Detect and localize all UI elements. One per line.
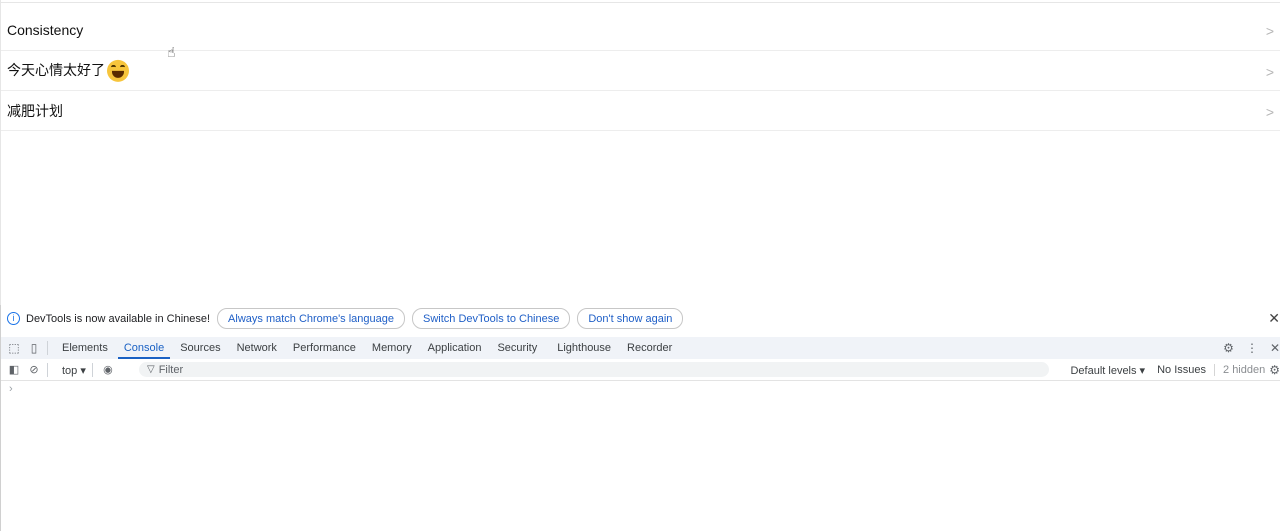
issues-button[interactable]: No Issues (1157, 364, 1206, 376)
tab-performance[interactable]: Performance (285, 337, 364, 359)
close-devtools-icon[interactable]: ✕ (1270, 341, 1280, 355)
filter-input[interactable] (158, 363, 959, 376)
list-item[interactable]: Consistency > (1, 10, 1280, 51)
console-toolbar: ◧ ⊘ top ▾ ◉ ▽ Default levels ▾ No Issues… (1, 360, 1280, 381)
console-prompt[interactable]: › (9, 383, 13, 395)
note-list: Consistency > 今天心情太好了 > 减肥计划 > (1, 10, 1280, 131)
context-selector[interactable]: top ▾ (62, 364, 86, 377)
console-toolbar-right: Default levels ▾ No Issues 2 hidden ⚙ (1070, 360, 1280, 380)
device-toolbar-icon[interactable]: ▯ (27, 341, 41, 355)
always-match-language-button[interactable]: Always match Chrome's language (217, 308, 406, 329)
eye-icon[interactable]: ◉ (101, 363, 115, 377)
list-item-label: 今天心情太好了 (7, 61, 105, 78)
divider (91, 363, 93, 377)
divider (47, 341, 48, 355)
infobar-message: DevTools is now available in Chinese! (26, 312, 211, 325)
filter-box: ▽ (139, 362, 1049, 377)
list-item[interactable]: 今天心情太好了 > (1, 51, 1280, 91)
tab-sources[interactable]: Sources (172, 337, 228, 359)
settings-gear-icon[interactable]: ⚙ (1223, 341, 1234, 355)
tab-network[interactable]: Network (229, 337, 285, 359)
default-levels-dropdown[interactable]: Default levels ▾ (1070, 364, 1145, 377)
sidebar-toggle-icon[interactable]: ◧ (7, 363, 21, 377)
page-content: Consistency > 今天心情太好了 > 减肥计划 > ☝ (0, 0, 1280, 305)
close-icon[interactable]: ✕ (1268, 310, 1280, 327)
tab-memory[interactable]: Memory (364, 337, 420, 359)
hand-cursor-icon: ☝ (167, 44, 176, 60)
console-settings-icon[interactable]: ⚙ (1269, 363, 1280, 377)
tab-lighthouse[interactable]: Lighthouse (549, 337, 619, 359)
info-icon: i (7, 312, 20, 325)
chevron-right-icon: > (1265, 103, 1274, 120)
clear-console-icon[interactable]: ⊘ (27, 363, 41, 377)
divider (47, 363, 48, 377)
tabbar-actions: ⚙ ⋮ ✕ (1211, 337, 1280, 359)
list-item-label: 减肥计划 (7, 102, 63, 119)
switch-to-chinese-button[interactable]: Switch DevTools to Chinese (412, 308, 571, 329)
list-item-label-wrap: 今天心情太好了 (7, 59, 129, 82)
inspect-element-icon[interactable]: ⬚ (7, 341, 21, 355)
list-item[interactable]: 减肥计划 > (1, 91, 1280, 131)
language-infobar: i DevTools is now available in Chinese! … (1, 305, 1280, 332)
devtools-panel: i DevTools is now available in Chinese! … (0, 305, 1280, 531)
laughing-emoji-icon (107, 59, 129, 82)
filter-icon: ▽ (147, 364, 155, 375)
chevron-right-icon: > (1265, 63, 1274, 80)
tab-elements[interactable]: Elements (54, 337, 116, 359)
dont-show-again-button[interactable]: Don't show again (577, 308, 684, 329)
tab-console[interactable]: Console (116, 337, 172, 359)
tab-recorder[interactable]: Recorder (619, 337, 680, 359)
hidden-count: 2 hidden (1214, 364, 1265, 376)
list-item-label: Consistency (7, 22, 84, 38)
divider (1, 2, 1280, 3)
chevron-right-icon: > (1265, 22, 1274, 39)
devtools-tabbar: ⬚ ▯ Elements Console Sources Network Per… (1, 337, 1280, 359)
tab-security[interactable]: Security (489, 337, 545, 359)
tab-application[interactable]: Application (420, 337, 490, 359)
more-options-icon[interactable]: ⋮ (1246, 341, 1258, 355)
